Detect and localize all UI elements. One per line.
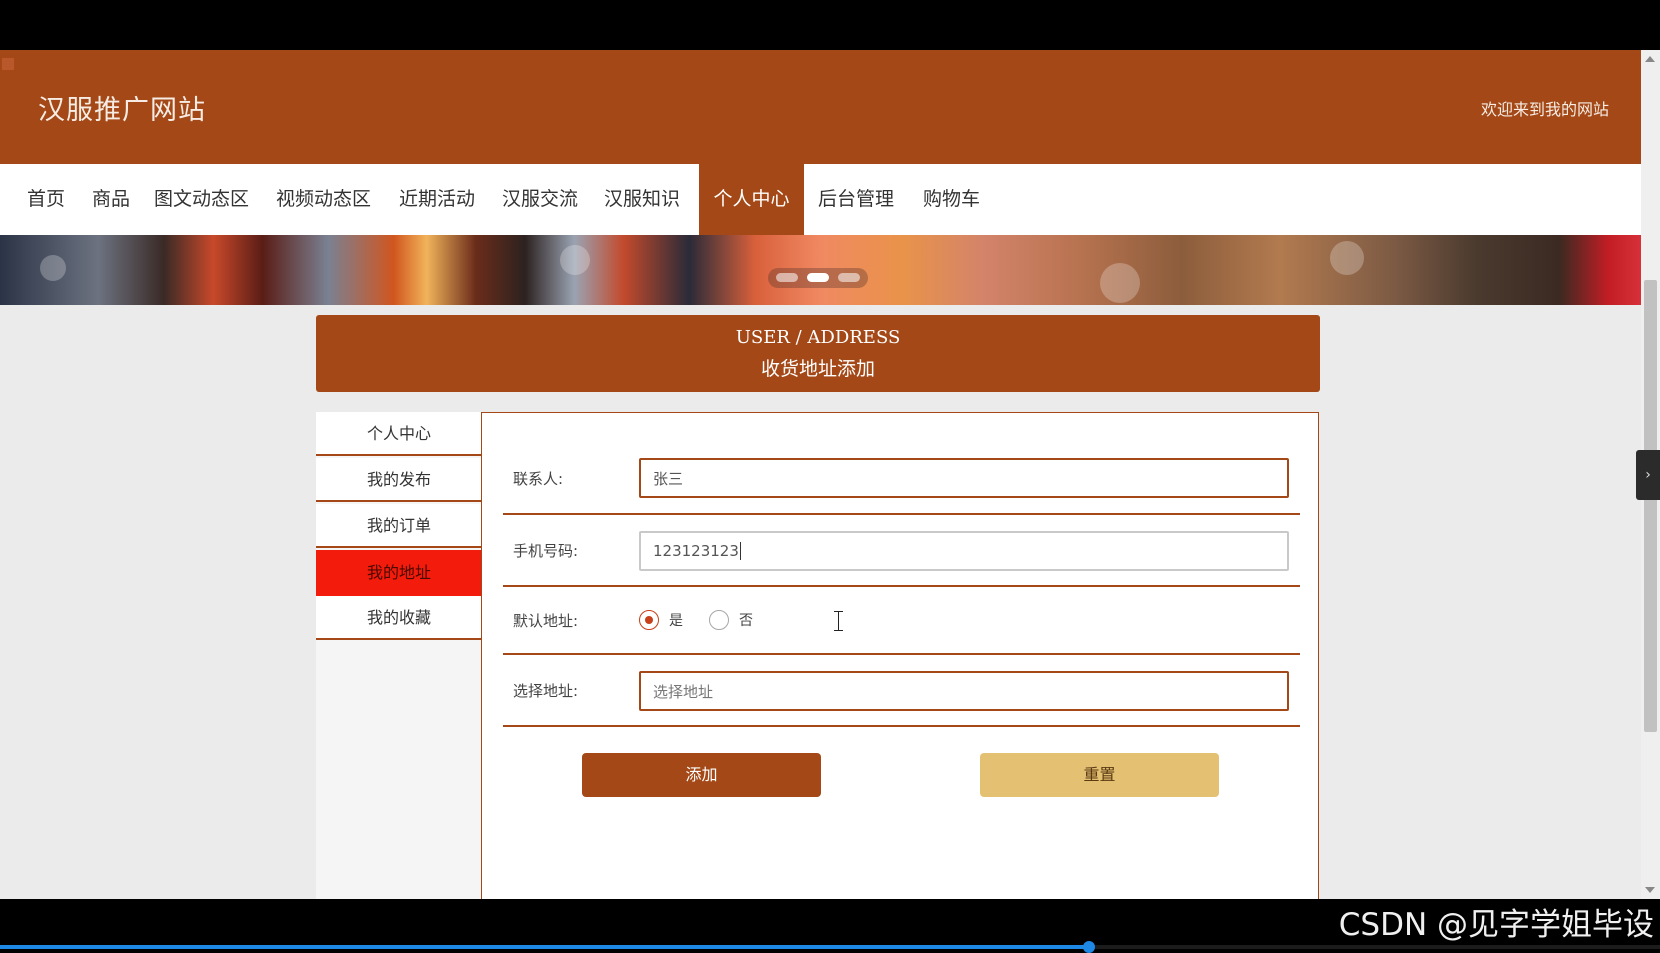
select-address-input[interactable]: 选择地址 (639, 671, 1289, 711)
contact-value: 张三 (653, 469, 684, 488)
scrollbar-thumb[interactable] (1644, 280, 1657, 732)
nav-item-activities[interactable]: 近期活动 (399, 164, 475, 235)
nav-item-admin[interactable]: 后台管理 (818, 164, 894, 235)
default-address-radio-group: 是 否 (639, 587, 779, 653)
main-nav: 首页 商品 图文动态区 视频动态区 近期活动 汉服交流 汉服知识 个人中心 后台… (0, 164, 1641, 235)
carousel-dot-3[interactable] (838, 273, 860, 282)
nav-item-image-posts[interactable]: 图文动态区 (154, 164, 249, 235)
video-progress-knob[interactable] (1082, 941, 1095, 953)
carousel-dot-1[interactable] (776, 273, 798, 282)
site-title[interactable]: 汉服推广网站 (38, 88, 206, 127)
i-beam-cursor-icon (834, 611, 843, 631)
banner-bokeh (1330, 241, 1364, 275)
banner-bokeh (1100, 263, 1140, 303)
page-title-cn: 收货地址添加 (760, 358, 875, 380)
video-progress-bar[interactable] (0, 941, 1660, 953)
chevron-right-icon[interactable]: › (1636, 450, 1660, 500)
form-row-default-address: 默认地址: 是 否 (503, 587, 1300, 655)
phone-label: 手机号码: (513, 541, 579, 560)
page-title-bar: USER / ADDRESS 收货地址添加 (316, 315, 1320, 392)
carousel-dot-2[interactable] (807, 273, 829, 282)
radio-no[interactable] (709, 610, 729, 630)
nav-item-exchange[interactable]: 汉服交流 (502, 164, 578, 235)
form-row-contact: 联系人: 张三 (503, 443, 1300, 515)
welcome-text: 欢迎来到我的网站 (1480, 100, 1609, 119)
form-row-phone: 手机号码: 123123123 (503, 515, 1300, 587)
video-bottom-bar: CSDN @见字学姐毕设 (0, 899, 1660, 953)
watermark-text: CSDN @见字学姐毕设 (1338, 907, 1654, 943)
add-button[interactable]: 添加 (582, 753, 821, 797)
phone-value: 123123123 (653, 542, 739, 560)
address-form: 联系人: 张三 手机号码: 123123123 默认地址: 是 否 选择地址: … (481, 412, 1319, 899)
sidebar-item-my-address[interactable]: 我的地址 (316, 550, 482, 596)
page-title-en: USER / ADDRESS (735, 327, 901, 348)
select-address-label: 选择地址: (513, 681, 579, 700)
scroll-up-arrow-icon[interactable] (1645, 56, 1655, 62)
sidebar-item-my-favorites[interactable]: 我的收藏 (316, 596, 482, 640)
phone-input[interactable]: 123123123 (639, 531, 1289, 571)
sidebar-item-my-orders[interactable]: 我的订单 (316, 504, 482, 548)
radio-yes-label[interactable]: 是 (669, 610, 683, 630)
scroll-down-arrow-icon[interactable] (1645, 887, 1655, 893)
video-progress-fill (0, 945, 1089, 949)
sidebar-item-my-posts[interactable]: 我的发布 (316, 458, 482, 502)
site-header: 汉服推广网站 欢迎来到我的网站 (0, 50, 1641, 164)
video-top-letterbox (0, 0, 1660, 50)
user-sidebar: 个人中心 我的发布 我的订单 我的地址 我的收藏 (316, 412, 482, 899)
carousel-indicator (768, 268, 868, 288)
contact-input[interactable]: 张三 (639, 458, 1289, 498)
form-row-select-address: 选择地址: 选择地址 (503, 655, 1300, 727)
nav-item-cart[interactable]: 购物车 (923, 164, 980, 235)
nav-item-home[interactable]: 首页 (27, 164, 65, 235)
reset-button[interactable]: 重置 (980, 753, 1219, 797)
default-address-label: 默认地址: (513, 611, 579, 630)
nav-item-knowledge[interactable]: 汉服知识 (604, 164, 680, 235)
banner-bokeh (560, 245, 590, 275)
select-address-placeholder: 选择地址 (653, 682, 714, 701)
contact-label: 联系人: (513, 469, 564, 488)
nav-item-user-center[interactable]: 个人中心 (699, 164, 804, 235)
banner-bokeh (40, 255, 66, 281)
nav-item-products[interactable]: 商品 (92, 164, 130, 235)
sidebar-item-user-center[interactable]: 个人中心 (316, 412, 482, 456)
radio-no-label[interactable]: 否 (739, 610, 753, 630)
radio-yes[interactable] (639, 610, 659, 630)
broken-image-icon (2, 58, 14, 70)
text-caret (739, 542, 741, 560)
banner-carousel[interactable] (0, 235, 1641, 305)
nav-item-video-posts[interactable]: 视频动态区 (276, 164, 371, 235)
